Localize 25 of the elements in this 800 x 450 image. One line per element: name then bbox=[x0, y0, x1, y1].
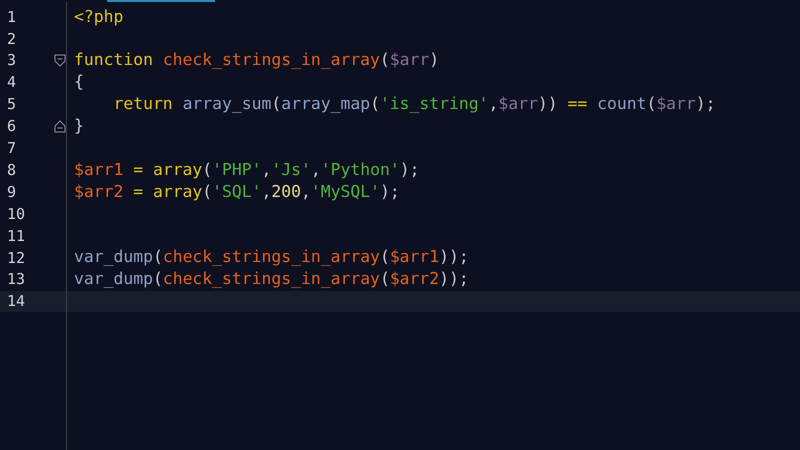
line-number: 1 bbox=[6, 6, 18, 28]
line-number: 10 bbox=[6, 204, 26, 225]
code-line: <?php bbox=[74, 6, 124, 28]
line-number: 5 bbox=[6, 94, 18, 116]
line-number: 13 bbox=[6, 269, 26, 290]
line-number: 2 bbox=[6, 28, 18, 50]
line-number: 11 bbox=[6, 226, 26, 247]
line-number: 6 bbox=[6, 116, 18, 138]
code-line: var_dump(check_strings_in_array($arr2)); bbox=[74, 268, 469, 290]
code-line: var_dump(check_strings_in_array($arr1)); bbox=[74, 246, 469, 268]
code-line: $arr1 = array('PHP','Js','Python'); bbox=[74, 158, 420, 181]
line-number: 4 bbox=[6, 72, 18, 94]
code-line: $arr2 = array('SQL',200,'MySQL'); bbox=[74, 180, 400, 203]
code-line: function check_strings_in_array($arr) bbox=[74, 49, 440, 72]
line-number: 12 bbox=[6, 248, 26, 268]
fold-marker-icon[interactable] bbox=[54, 120, 66, 133]
code-line: { bbox=[74, 71, 84, 94]
line-number: 7 bbox=[6, 138, 18, 160]
code-line: return array_sum(array_map('is_string',$arr)) == count($arr); bbox=[112, 93, 716, 116]
line-number: 14 bbox=[6, 291, 26, 312]
fold-marker-icon[interactable] bbox=[54, 54, 66, 68]
line-number: 8 bbox=[6, 160, 18, 181]
code-line: } bbox=[74, 115, 84, 138]
line-number: 9 bbox=[6, 182, 18, 203]
line-number: 3 bbox=[6, 50, 18, 72]
